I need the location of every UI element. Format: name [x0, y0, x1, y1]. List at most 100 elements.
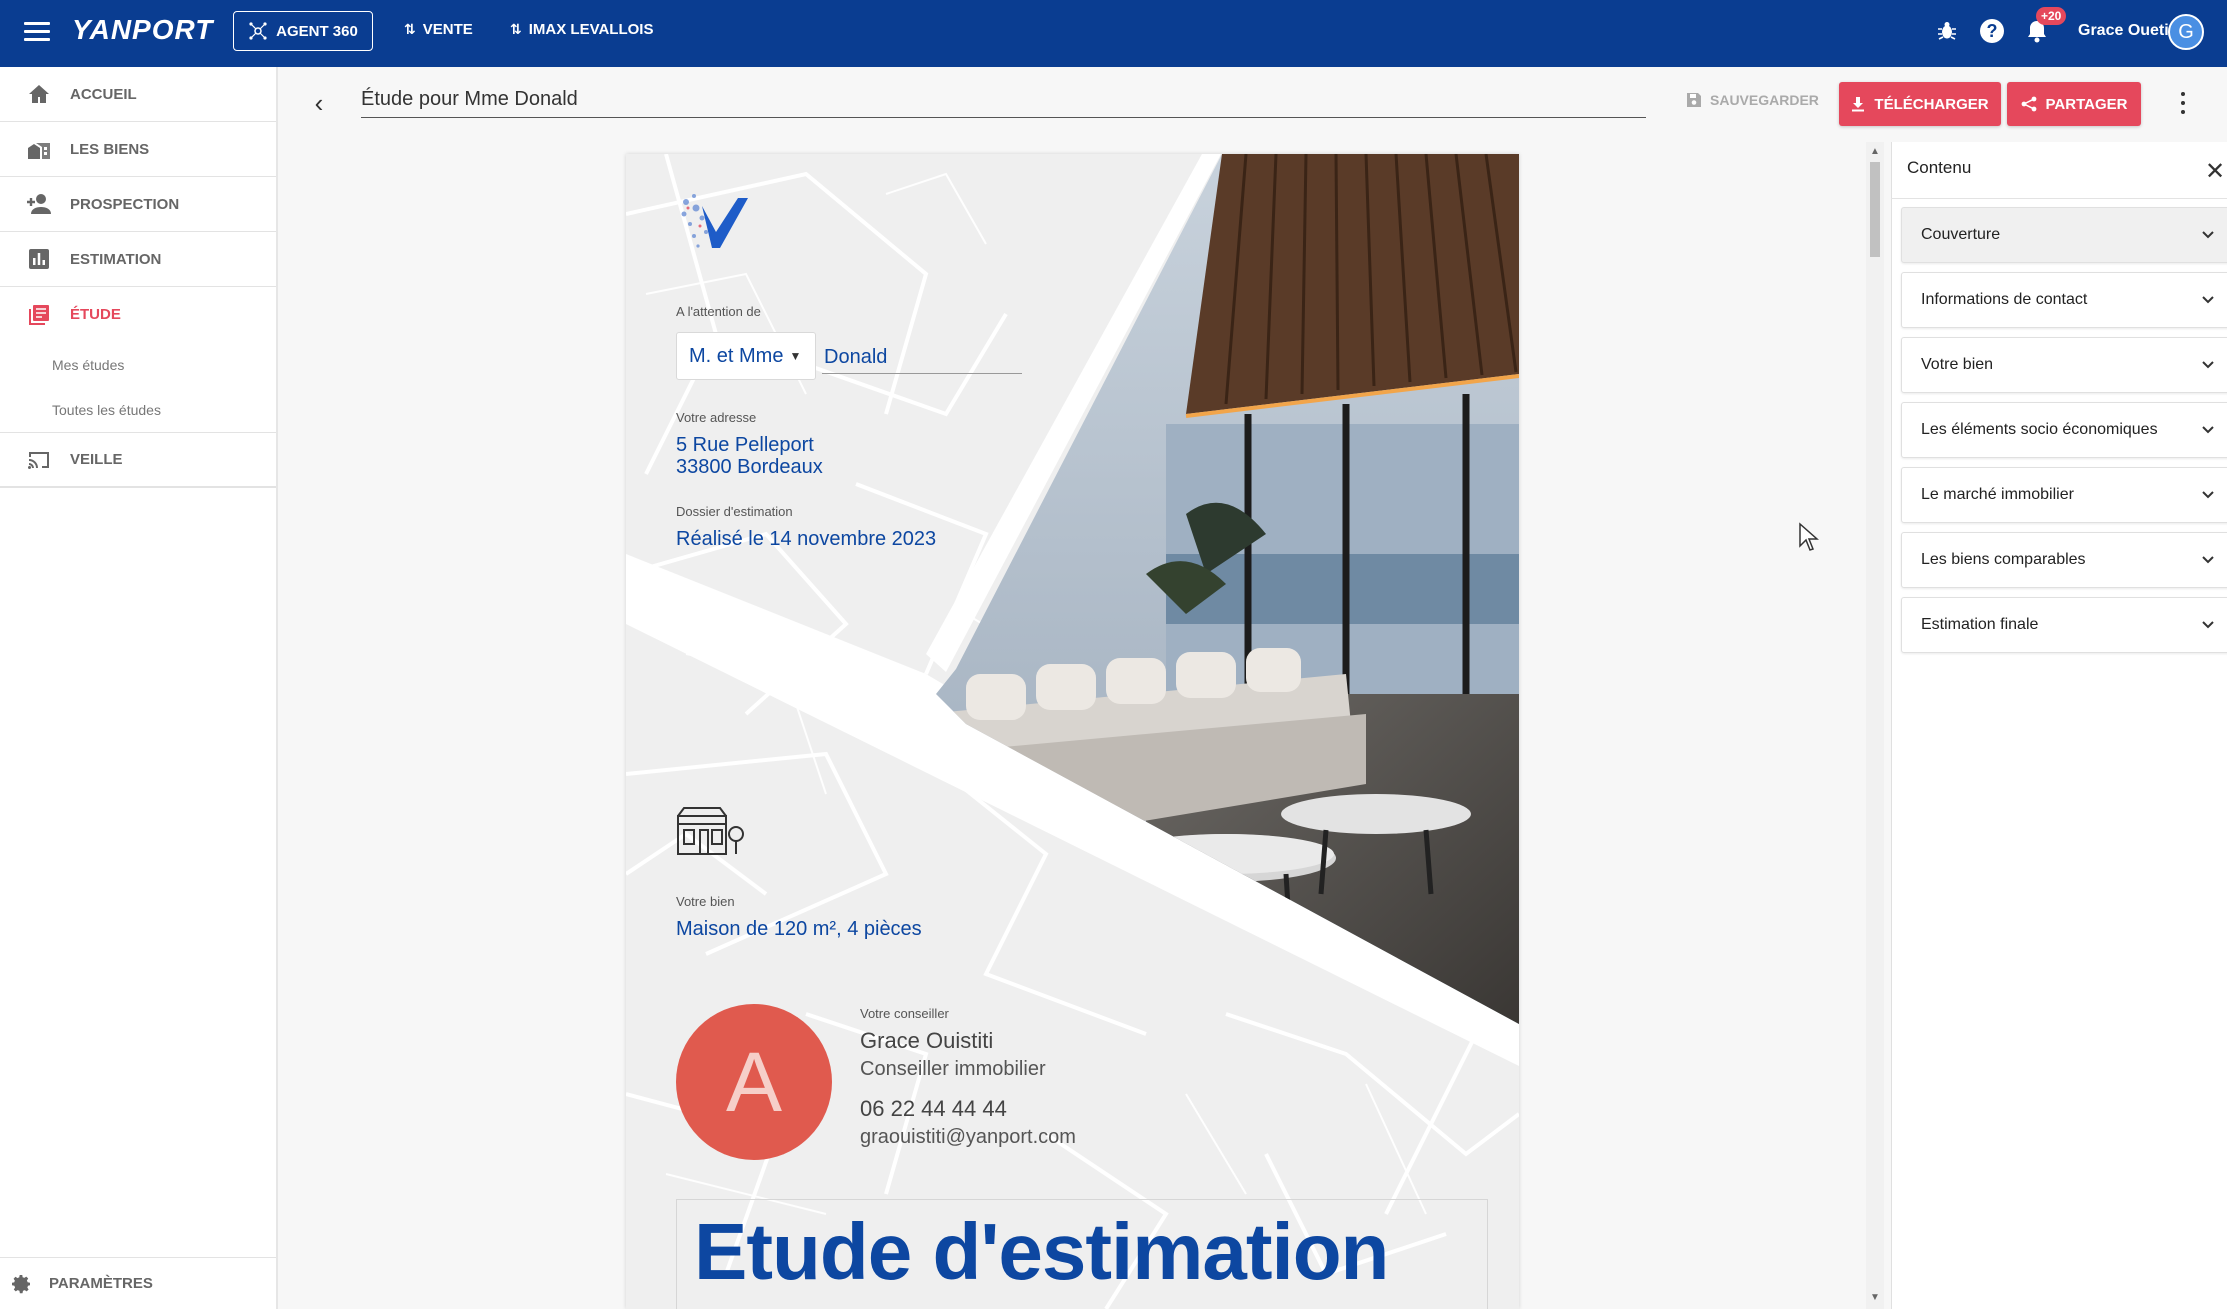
- advisor-phone: 06 22 44 44 44: [860, 1096, 1007, 1121]
- nav-vente-label: VENTE: [422, 21, 473, 38]
- menu-icon[interactable]: [24, 22, 50, 44]
- accordion-biens-comparables[interactable]: Les biens comparables: [1901, 532, 2227, 588]
- accordion-votre-bien[interactable]: Votre bien: [1901, 337, 2227, 393]
- advisor-avatar: A: [676, 1004, 832, 1160]
- accordion-label: Couverture: [1921, 226, 2001, 243]
- notification-badge: +20: [2036, 7, 2067, 25]
- swap-vertical-icon: ⇅: [510, 21, 522, 37]
- dossier-label: Dossier d'estimation: [676, 504, 793, 519]
- chevron-down-icon: [2202, 621, 2214, 629]
- sidebar-item-label: ACCUEIL: [70, 85, 137, 103]
- sidebar-item-etude[interactable]: ÉTUDE: [0, 287, 276, 342]
- document-preview: A l'attention de M. et Mme ▼ Donald Votr…: [626, 154, 1519, 1309]
- back-arrow-icon[interactable]: ‹: [306, 88, 332, 118]
- accordion-informations-de-contact[interactable]: Informations de contact: [1901, 272, 2227, 328]
- house-icon: [677, 807, 744, 855]
- chevron-down-icon: [2202, 296, 2214, 304]
- nav-vente[interactable]: ⇅ VENTE: [404, 21, 473, 38]
- user-name[interactable]: Grace Oueti: [2078, 22, 2169, 40]
- agent-360-label: AGENT 360: [276, 22, 358, 40]
- download-button[interactable]: TÉLÉCHARGER: [1839, 82, 2001, 126]
- advisor-name: Grace Ouistiti: [860, 1028, 994, 1053]
- advisor-email: graouistiti@yanport.com: [860, 1126, 1076, 1148]
- agent-360-button[interactable]: AGENT 360: [233, 11, 373, 51]
- sidebar-item-estimation[interactable]: ESTIMATION: [0, 232, 276, 287]
- dossier-value: Réalisé le 14 novembre 2023: [676, 528, 937, 550]
- top-app-bar: YANPORT AGENT 360 ⇅ VENTE ⇅ IMAX LEVALLO…: [0, 0, 2227, 67]
- user-avatar[interactable]: G: [2168, 14, 2204, 50]
- sidebar-subitem-toutes-les-etudes[interactable]: Toutes les études: [0, 387, 276, 432]
- nav-imax-levallois[interactable]: ⇅ IMAX LEVALLOIS: [510, 21, 653, 38]
- brand-logo-mark: [681, 194, 748, 248]
- swap-vertical-icon: ⇅: [404, 21, 416, 37]
- save-label: SAUVEGARDER: [1710, 92, 1819, 108]
- sidebar: ACCUEIL LES BIENS PROSPECTION ESTIMATION…: [0, 67, 278, 1309]
- gear-icon: [9, 1272, 33, 1296]
- sidebar-item-label: LES BIENS: [70, 140, 150, 158]
- scrollbar-track[interactable]: [1866, 142, 1884, 1309]
- bar-chart-icon: [26, 246, 52, 272]
- save-button[interactable]: SAUVEGARDER: [1686, 92, 1819, 108]
- mouse-cursor-icon: [1799, 522, 1819, 551]
- sidebar-subitem-mes-etudes[interactable]: Mes études: [0, 342, 276, 387]
- advisor-label: Votre conseiller: [860, 1006, 949, 1021]
- brand-logo[interactable]: YANPORT: [72, 14, 213, 46]
- etude-submenu: Mes études Toutes les études: [0, 342, 276, 433]
- sidebar-item-accueil[interactable]: ACCUEIL: [0, 67, 276, 122]
- sidebar-item-label: ÉTUDE: [70, 306, 121, 323]
- sidebar-settings-label: PARAMÈTRES: [49, 1275, 153, 1292]
- address-line-2: 33800 Bordeaux: [676, 456, 823, 478]
- accordion-estimation-finale[interactable]: Estimation finale: [1901, 597, 2227, 653]
- accordion-elements-socio-economiques[interactable]: Les éléments socio économiques: [1901, 402, 2227, 458]
- share-button[interactable]: PARTAGER: [2007, 82, 2141, 126]
- help-icon[interactable]: ?: [1977, 16, 2007, 46]
- property-value: Maison de 120 m², 4 pièces: [676, 918, 922, 940]
- accordion-label: Les éléments socio économiques: [1921, 421, 2158, 438]
- nav-imax-levallois-label: IMAX LEVALLOIS: [528, 21, 654, 38]
- scroll-up-icon[interactable]: ▲: [1869, 146, 1881, 158]
- accordion-label: Votre bien: [1921, 356, 1994, 373]
- civility-select[interactable]: M. et Mme ▼: [676, 332, 816, 380]
- close-icon[interactable]: ✕: [2205, 157, 2225, 186]
- network-icon: [249, 22, 267, 40]
- sidebar-item-prospection[interactable]: PROSPECTION: [0, 177, 276, 232]
- share-label: PARTAGER: [2045, 95, 2128, 113]
- sidebar-item-label: VEILLE: [70, 451, 123, 468]
- sidebar-item-label: PROSPECTION: [70, 195, 180, 213]
- address-label: Votre adresse: [676, 410, 757, 425]
- sidebar-item-les-biens[interactable]: LES BIENS: [0, 122, 276, 177]
- cast-icon: [26, 447, 52, 473]
- document-heading[interactable]: Etude d'estimation: [694, 1206, 1389, 1298]
- civility-value: M. et Mme: [689, 344, 784, 367]
- scroll-down-icon[interactable]: ▼: [1869, 1292, 1881, 1304]
- accordion-marche-immobilier[interactable]: Le marché immobilier: [1901, 467, 2227, 523]
- chevron-down-icon: [2202, 426, 2214, 434]
- panel-title: Contenu: [1907, 158, 1972, 177]
- scrollbar-thumb[interactable]: [1870, 162, 1880, 257]
- property-label: Votre bien: [676, 894, 735, 909]
- recipient-name-input[interactable]: Donald: [822, 340, 1022, 374]
- accordion-couverture[interactable]: Couverture: [1901, 207, 2227, 263]
- bug-report-icon[interactable]: [1932, 16, 1962, 46]
- study-title-input[interactable]: Étude pour Mme Donald: [361, 84, 1646, 118]
- sidebar-settings[interactable]: PARAMÈTRES: [0, 1257, 276, 1309]
- advisor-role: Conseiller immobilier: [860, 1058, 1046, 1080]
- accordion-label: Les biens comparables: [1921, 551, 2086, 568]
- chevron-down-icon: [2202, 556, 2214, 564]
- sidebar-item-label: ESTIMATION: [70, 250, 162, 268]
- accordion-label: Informations de contact: [1921, 291, 2088, 308]
- sidebar-item-veille[interactable]: VEILLE: [0, 433, 276, 488]
- accordion-label: Estimation finale: [1921, 616, 2039, 633]
- document-stack-icon: [26, 302, 52, 328]
- more-vert-icon[interactable]: [2178, 92, 2188, 114]
- share-icon: [2021, 96, 2036, 112]
- download-icon: [1852, 97, 1865, 112]
- accordion-label: Le marché immobilier: [1921, 486, 2074, 503]
- download-label: TÉLÉCHARGER: [1874, 95, 1989, 113]
- home-icon: [26, 81, 52, 107]
- caret-down-icon: ▼: [789, 349, 802, 363]
- chevron-down-icon: [2202, 231, 2214, 239]
- chevron-down-icon: [2202, 361, 2214, 369]
- panel-divider: [1891, 198, 2227, 199]
- person-add-icon: [26, 191, 52, 217]
